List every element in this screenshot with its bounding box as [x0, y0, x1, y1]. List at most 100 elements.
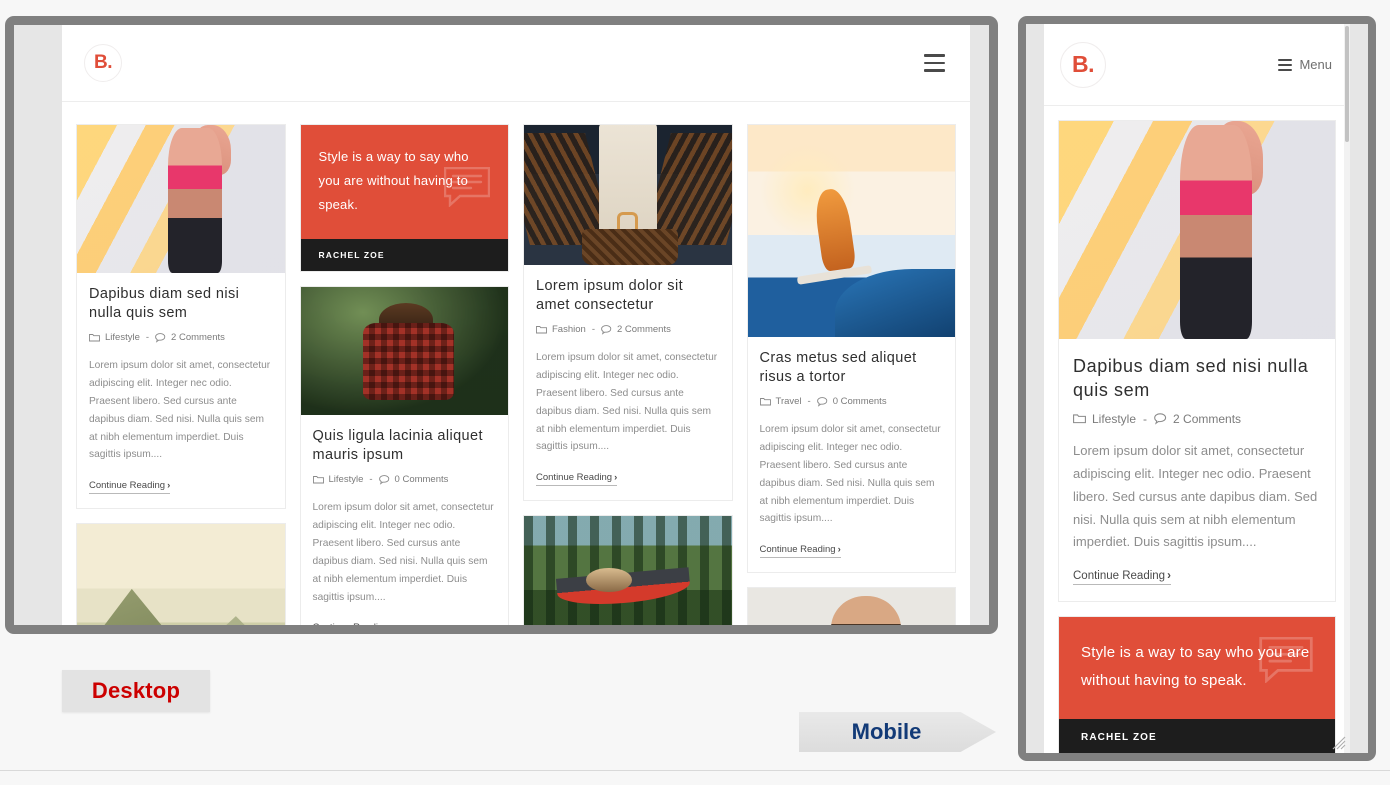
hamburger-bar [924, 54, 945, 57]
continue-reading-label: Continue Reading [313, 622, 389, 625]
quote-card[interactable]: Style is a way to say who you are withou… [299, 124, 509, 273]
post-category[interactable]: Lifestyle [1092, 412, 1136, 426]
mobile-scrollbar[interactable] [1344, 24, 1350, 753]
post-title[interactable]: Dapibus diam sed nisi nulla quis sem [1073, 354, 1321, 403]
mobile-viewport: B. Menu Dapibus diam sed nisi nulla quis… [1044, 24, 1350, 753]
post-meta: Lifestyle - 0 Comments [312, 474, 497, 486]
chevron-right-icon: › [391, 622, 394, 625]
hamburger-bar [924, 69, 945, 72]
continue-reading-label: Continue Reading [759, 544, 836, 556]
post-title[interactable]: Quis ligula lacinia aliquet mauris ipsum [313, 427, 497, 465]
post-card[interactable]: Dapibus diam sed nisi nulla quis sem Lif… [76, 124, 286, 510]
hamburger-bar [924, 61, 945, 65]
folder-icon [89, 334, 100, 342]
grid-column-2: Style is a way to say who you are withou… [299, 124, 509, 625]
post-card[interactable]: Dapibus diam sed nisi nulla quis sem Lif… [1058, 120, 1336, 603]
mobile-site-header: B. Menu [1044, 24, 1350, 106]
post-category[interactable]: Lifestyle [105, 332, 140, 343]
comment-icon [1154, 413, 1167, 425]
hamburger-bar [1278, 63, 1293, 66]
post-title[interactable]: Lorem ipsum dolor sit amet consectetur [536, 277, 720, 315]
desktop-site-header: B. [62, 25, 970, 102]
continue-reading-link[interactable]: Continue Reading› [313, 622, 394, 625]
folder-icon [1073, 414, 1086, 424]
hamburger-icon[interactable] [924, 52, 945, 75]
post-card-body: Dapibus diam sed nisi nulla quis sem Lif… [1059, 339, 1335, 601]
grid-column-1: Dapibus diam sed nisi nulla quis sem Lif… [76, 124, 286, 625]
grid-column-3: Lorem ipsum dolor sit amet consectetur F… [523, 124, 733, 625]
chevron-right-icon: › [837, 544, 841, 556]
quote-author: RACHEL ZOE [1059, 718, 1335, 753]
chevron-right-icon: › [1167, 570, 1171, 583]
post-excerpt: Lorem ipsum dolor sit amet, consectetur … [759, 424, 941, 525]
post-comments[interactable]: 0 Comments [833, 396, 887, 407]
desktop-viewport: B. Dapibus diam sed nisi nulla quis sem … [62, 25, 970, 625]
post-card[interactable]: Quis ligula lacinia aliquet mauris ipsum… [299, 286, 509, 625]
hamburger-icon[interactable] [1278, 57, 1293, 72]
resize-handle-icon[interactable] [1332, 736, 1346, 750]
post-card[interactable] [523, 515, 733, 625]
continue-reading-label: Continue Reading [536, 472, 613, 484]
post-comments[interactable]: 2 Comments [171, 332, 225, 343]
post-card-body: Cras metus sed aliquet risus a tortor Tr… [748, 337, 956, 572]
post-excerpt: Lorem ipsum dolor sit amet, consectetur … [312, 502, 494, 603]
continue-reading-link[interactable]: Continue Reading› [1073, 570, 1171, 586]
post-category[interactable]: Lifestyle [329, 474, 364, 485]
mobile-frame-inner: B. Menu Dapibus diam sed nisi nulla quis… [1026, 24, 1368, 753]
hamburger-bar [1278, 68, 1293, 71]
quote-text: Style is a way to say who you are withou… [1081, 644, 1310, 690]
comment-icon [816, 396, 827, 407]
continue-reading-link[interactable]: Continue Reading› [536, 472, 618, 487]
comment-icon [601, 324, 612, 335]
site-logo[interactable]: B. [1060, 41, 1106, 88]
desktop-browser-frame: B. Dapibus diam sed nisi nulla quis sem … [5, 16, 998, 634]
desktop-frame-inner: B. Dapibus diam sed nisi nulla quis sem … [14, 25, 989, 625]
post-title[interactable]: Cras metus sed aliquet risus a tortor [760, 349, 944, 387]
post-meta: Travel - 0 Comments [759, 396, 944, 407]
post-meta: Lifestyle - 2 Comments [89, 332, 273, 343]
post-title[interactable]: Dapibus diam sed nisi nulla quis sem [89, 285, 273, 323]
post-image-bearded-man-portrait [747, 588, 955, 625]
mobile-scrollbar-thumb[interactable] [1345, 26, 1349, 142]
folder-icon [312, 476, 324, 484]
post-card[interactable]: Cras metus sed aliquet risus a tortor Tr… [746, 124, 956, 574]
post-comments[interactable]: 2 Comments [1173, 412, 1241, 426]
comment-icon [155, 332, 166, 343]
post-image-woman-running-crosswalk [1059, 121, 1335, 339]
post-comments[interactable]: 2 Comments [617, 324, 671, 335]
post-category[interactable]: Travel [776, 396, 802, 407]
post-card-body: Dapibus diam sed nisi nulla quis sem Lif… [77, 273, 285, 508]
post-image-woman-handbag-escalator [524, 125, 732, 265]
post-card[interactable]: Lorem ipsum dolor sit amet consectetur F… [523, 124, 733, 502]
post-image-mountain-landscape-haze [77, 524, 285, 625]
post-category[interactable]: Fashion [552, 324, 586, 335]
post-card-body: Quis ligula lacinia aliquet mauris ipsum… [301, 415, 509, 625]
hamburger-bar [1278, 58, 1293, 61]
quote-author: RACHEL ZOE [300, 239, 508, 272]
meta-separator: - [1143, 411, 1148, 426]
post-meta: Fashion - 2 Comments [536, 324, 720, 335]
post-image-woman-running-crosswalk [77, 125, 285, 273]
continue-reading-link[interactable]: Continue Reading› [89, 480, 171, 495]
meta-separator: - [145, 332, 150, 344]
post-image-woman-plaid-shirt-forest [300, 287, 508, 416]
post-card-body: Lorem ipsum dolor sit amet consectetur F… [524, 265, 732, 500]
post-comments[interactable]: 0 Comments [395, 474, 449, 485]
folder-icon [759, 398, 771, 406]
post-card[interactable] [746, 587, 956, 625]
quote-card[interactable]: Style is a way to say who you are withou… [1058, 616, 1336, 753]
post-image-surfer-sunset-wave [747, 125, 955, 337]
site-logo[interactable]: B. [84, 44, 122, 82]
chevron-right-icon: › [614, 472, 618, 484]
mobile-post-stack: Dapibus diam sed nisi nulla quis sem Lif… [1044, 106, 1350, 753]
grid-column-4: Cras metus sed aliquet risus a tortor Tr… [746, 124, 956, 625]
continue-reading-link[interactable]: Continue Reading› [759, 544, 841, 559]
mobile-menu-button[interactable]: Menu [1278, 57, 1332, 72]
comment-icon [378, 475, 389, 485]
quote-body: Style is a way to say who you are withou… [300, 125, 508, 240]
post-excerpt: Lorem ipsum dolor sit amet, consectetur … [536, 352, 718, 453]
post-card[interactable] [76, 523, 286, 625]
mobile-menu-label: Menu [1299, 57, 1332, 72]
quote-text: Style is a way to say who you are withou… [318, 149, 469, 213]
meta-separator: - [369, 474, 373, 486]
